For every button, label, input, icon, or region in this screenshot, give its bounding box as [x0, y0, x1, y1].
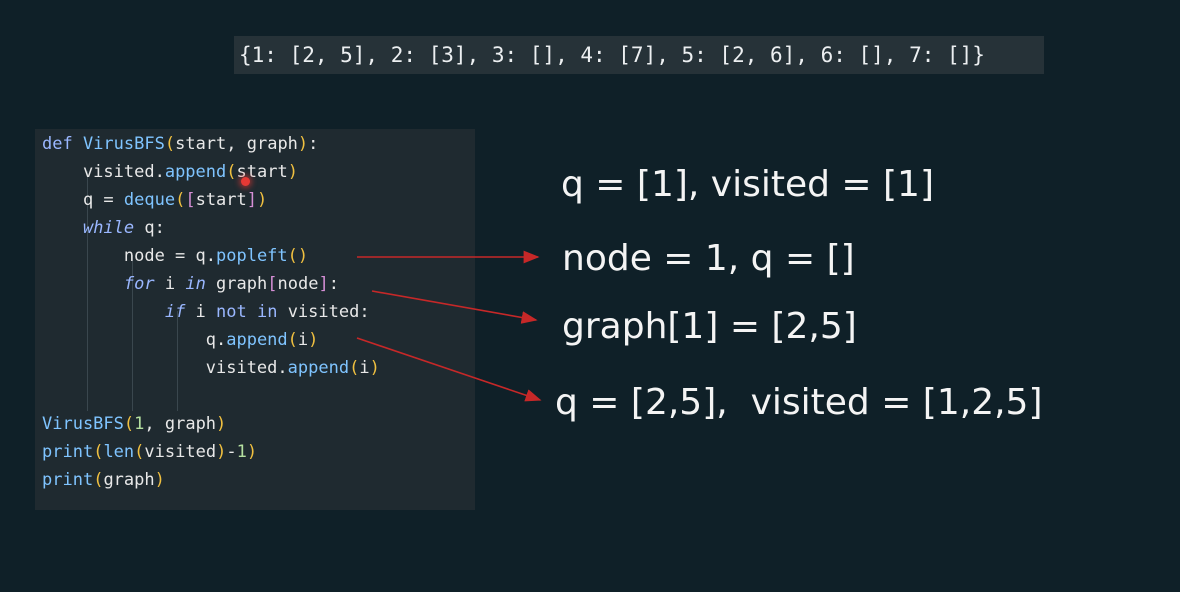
arrow-append	[356, 337, 542, 402]
arrow-layer	[356, 250, 542, 402]
arrow-graph-lookup	[371, 290, 538, 324]
